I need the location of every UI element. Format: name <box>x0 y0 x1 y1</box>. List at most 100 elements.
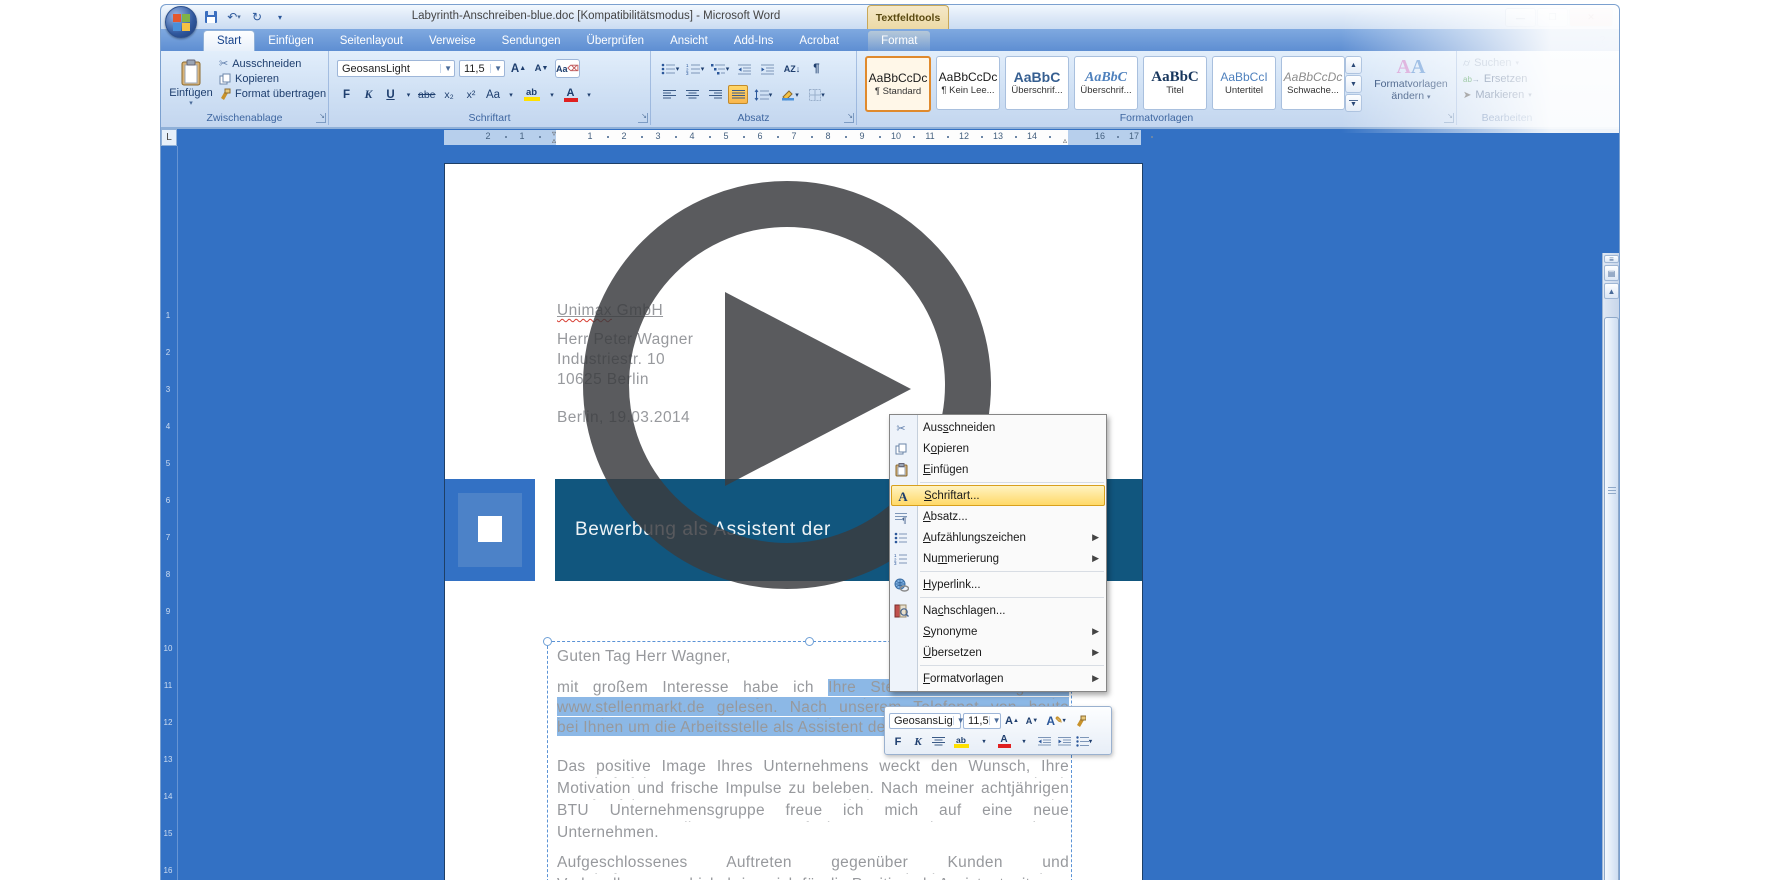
textbox-border-left[interactable] <box>547 641 548 880</box>
tab-berprfen[interactable]: Überprüfen <box>574 31 658 51</box>
font-color-button[interactable]: A <box>561 85 581 104</box>
mini-format-painter-button[interactable] <box>1071 711 1089 730</box>
tab-verweise[interactable]: Verweise <box>416 31 489 51</box>
highlight-button[interactable]: ab <box>520 85 544 104</box>
menu-item-übersetzen[interactable]: Übersetzen ▶ <box>890 642 1106 663</box>
increase-indent-button[interactable] <box>757 59 777 78</box>
paragraph-dialog-launcher[interactable]: ↘ <box>844 113 854 123</box>
vertical-scrollbar[interactable]: ≡ ▤ ▲ ▼ ⏶ ● ⏷ <box>1602 253 1619 880</box>
horizontal-ruler[interactable]: ▿ ▵ ▵ 2 1 1 2 3 4 5 6 7 8 9 10 11 12 13 14 16 17 <box>177 129 1604 146</box>
tab-stop-selector[interactable]: L <box>161 129 177 146</box>
bold-button[interactable]: F <box>337 85 356 104</box>
mini-bold-button[interactable]: F <box>889 732 907 751</box>
change-styles-button[interactable]: AA Formatvorlagen ändern ▾ <box>1367 55 1455 103</box>
mini-font-color-dropdown-icon[interactable]: ▾ <box>1015 732 1033 751</box>
mini-bullets-button[interactable]: ▾ <box>1075 732 1093 751</box>
italic-button[interactable]: K <box>359 85 378 104</box>
format-painter-button[interactable]: Format übertragen <box>219 88 326 100</box>
tab-sendungen[interactable]: Sendungen <box>489 31 574 51</box>
clipboard-dialog-launcher[interactable]: ↘ <box>316 113 326 123</box>
body-text-line[interactable]: Verhandlungsgeschick, bringe ich für die… <box>557 876 1069 880</box>
menu-item-hyperlink[interactable]: Hyperlink... <box>890 574 1106 595</box>
font-name-dropdown-icon[interactable]: ▼ <box>440 64 452 73</box>
mini-highlight-dropdown-icon[interactable]: ▾ <box>975 732 993 751</box>
style-chip-berschrif[interactable]: AaBbC Überschrif... <box>1005 56 1069 110</box>
help-icon[interactable]: ? <box>1594 32 1611 49</box>
font-size-combo[interactable]: 11,5 ▼ <box>459 60 505 77</box>
menu-item-aufzählungszeichen[interactable]: Aufzählungszeichen ▶ <box>890 527 1106 548</box>
vertical-ruler[interactable]: 1 2 3 4 5 6 7 8 9 10 11 12 13 14 15 16 <box>161 146 178 880</box>
mini-quick-styles-button[interactable]: A ✎ ▾ <box>1043 711 1069 730</box>
paste-button[interactable]: Einfügen ▾ <box>167 55 215 111</box>
menu-item-nachschlagen[interactable]: Nachschlagen... <box>890 600 1106 621</box>
bullets-button[interactable]: ▾ <box>659 59 681 78</box>
ruler-toggle-icon[interactable]: ▤ <box>1604 265 1619 281</box>
close-button[interactable]: ✕ <box>1569 8 1613 27</box>
mini-grow-font-button[interactable]: A ▲ <box>1003 711 1021 730</box>
replace-button[interactable]: ab→ Ersetzen <box>1463 73 1532 85</box>
style-chip-berschrif[interactable]: AaBbC Überschrif... <box>1074 56 1138 110</box>
undo-icon[interactable]: ↶ ▾ <box>224 8 244 26</box>
numbering-button[interactable]: 1 2 3 ▾ <box>684 59 706 78</box>
menu-item-kopieren[interactable]: Kopieren <box>890 438 1106 459</box>
mini-font-name-combo[interactable]: GeosansLig ▼ <box>889 712 965 729</box>
mini-font-color-button[interactable]: A <box>995 732 1013 751</box>
body-text-line[interactable]: Unternehmen. <box>557 824 1069 844</box>
menu-item-formatvorlagen[interactable]: Formatvorlagen ▶ <box>890 668 1106 689</box>
grow-font-button[interactable]: A ▲ <box>509 59 528 78</box>
split-handle[interactable]: ≡ <box>1604 255 1619 264</box>
style-chip-untertitel[interactable]: AaBbCcI Untertitel <box>1212 56 1276 110</box>
font-name-combo[interactable]: GeosansLight ▼ <box>337 60 455 77</box>
find-button[interactable]: ⌭ Suchen ▾ <box>1463 57 1532 69</box>
customize-qat-icon[interactable]: ▾ <box>270 8 290 26</box>
mini-italic-button[interactable]: K <box>909 732 927 751</box>
scroll-thumb[interactable] <box>1604 317 1619 880</box>
justify-button[interactable] <box>728 85 748 104</box>
show-marks-button[interactable]: ¶ <box>807 59 826 78</box>
textbox-handle[interactable] <box>805 637 814 646</box>
paste-dropdown-icon[interactable]: ▾ <box>169 99 212 107</box>
copy-button[interactable]: Kopieren <box>219 73 326 85</box>
menu-item-nummerierung[interactable]: 1 2 3 Nummerierung ▶ <box>890 548 1106 569</box>
font-size-dropdown-icon[interactable]: ▼ <box>490 64 502 73</box>
scroll-up-icon[interactable]: ▲ <box>1604 283 1619 299</box>
body-text-line[interactable]: Das positive Image Ihres Unternehmens we… <box>557 758 1069 778</box>
decrease-indent-button[interactable] <box>734 59 754 78</box>
body-text-line[interactable]: BTU Unternehmensgruppe freue ich mich au… <box>557 802 1069 822</box>
change-case-button[interactable]: Aa <box>484 85 503 104</box>
mini-font-size-combo[interactable]: 11,5 ▼ <box>963 712 1001 729</box>
tab-einfgen[interactable]: Einfügen <box>255 31 326 51</box>
tab-ansicht[interactable]: Ansicht <box>657 31 721 51</box>
video-play-icon[interactable] <box>725 292 911 486</box>
tab-format[interactable]: Format <box>868 31 931 51</box>
tab-seitenlayout[interactable]: Seitenlayout <box>327 31 416 51</box>
body-text-line[interactable]: Motivation und frische Impulse zu belebe… <box>557 780 1069 800</box>
save-icon[interactable] <box>201 8 221 26</box>
superscript-button[interactable]: x² <box>462 85 481 104</box>
sort-button[interactable]: AZ↓ <box>780 59 804 78</box>
styles-scroll-down-icon[interactable]: ▼ <box>1345 75 1362 93</box>
underline-dropdown-icon[interactable]: ▾ <box>403 90 414 100</box>
cut-button[interactable]: ✂ Ausschneiden <box>219 57 326 71</box>
style-chip-keinlee[interactable]: AaBbCcDc ¶ Kein Lee... <box>936 56 1000 110</box>
style-chip-schwache[interactable]: AaBbCcDc Schwache... <box>1281 56 1345 110</box>
tab-start[interactable]: Start <box>203 30 256 51</box>
shading-button[interactable]: ▾ <box>778 85 802 104</box>
mini-shrink-font-button[interactable]: A ▼ <box>1023 711 1041 730</box>
tab-acrobat[interactable]: Acrobat <box>786 31 852 51</box>
clear-formatting-button[interactable]: Aa ⌫ <box>555 59 580 78</box>
change-case-dropdown-icon[interactable]: ▾ <box>506 90 517 100</box>
mini-highlight-button[interactable]: ab <box>949 732 973 751</box>
mini-decrease-indent-button[interactable] <box>1035 732 1053 751</box>
minimize-button[interactable]: — <box>1505 8 1536 27</box>
styles-scroll-up-icon[interactable]: ▲ <box>1345 56 1362 74</box>
font-dialog-launcher[interactable]: ↘ <box>638 113 648 123</box>
body-text-line[interactable]: Aufgeschlossenes Auftreten gegenüber Kun… <box>557 854 1069 874</box>
office-button[interactable] <box>165 6 197 38</box>
underline-button[interactable]: U <box>381 85 400 104</box>
line-spacing-button[interactable]: ▾ <box>751 85 775 104</box>
restore-button[interactable]: ❐ <box>1537 8 1568 27</box>
style-chip-standard[interactable]: AaBbCcDc ¶ Standard <box>865 56 931 112</box>
styles-dialog-launcher[interactable]: ↘ <box>1444 113 1454 123</box>
align-left-button[interactable] <box>659 85 679 104</box>
